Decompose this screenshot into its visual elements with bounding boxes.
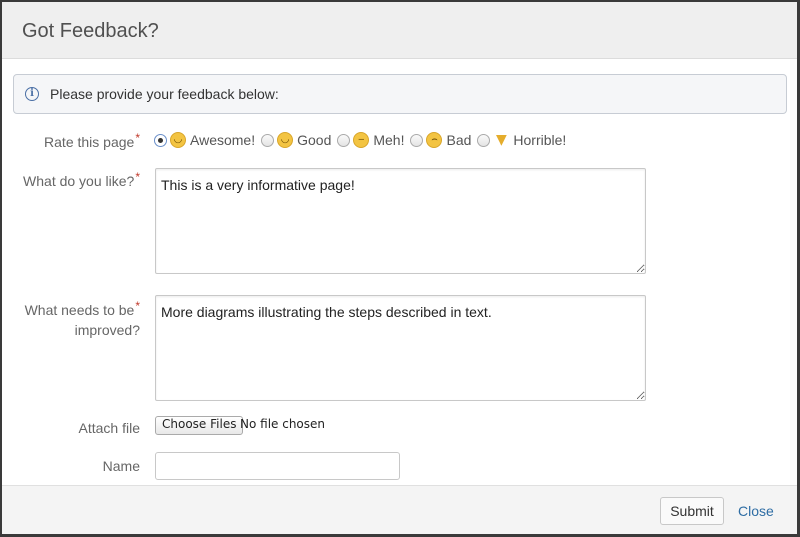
rating-option-label: Horrible! [513, 132, 567, 148]
rating-group: ◡ Awesome! ◡ Good ‒ Meh! ⌢ Bad ▼ Horribl… [154, 132, 572, 148]
likes-textarea[interactable]: This is a very informative page! [155, 168, 646, 274]
attach-label: Attach file [78, 420, 140, 436]
feedback-dialog: Got Feedback? i Please provide your feed… [2, 2, 797, 534]
dialog-footer: Submit Close [2, 485, 797, 534]
rating-option-label: Meh! [373, 132, 405, 148]
likes-label-text: What do you like? [23, 173, 135, 189]
smirk-face-icon: ‒ [353, 132, 370, 148]
improve-textarea[interactable]: More diagrams illustrating the steps des… [155, 295, 646, 401]
frowning-face-icon: ⌢ [426, 132, 443, 148]
grinning-face-icon: ◡ [170, 132, 186, 148]
file-status: No file chosen [240, 417, 326, 431]
rating-option-label: Bad [446, 132, 472, 148]
info-text: Please provide your feedback below: [50, 86, 279, 102]
rating-radio-meh[interactable] [337, 133, 351, 147]
improve-label-line2: improved? [74, 322, 140, 338]
rating-option-label: Good [297, 132, 332, 148]
submit-button[interactable]: Submit [660, 497, 724, 525]
rating-option-label: Awesome! [190, 132, 256, 148]
info-message: i Please provide your feedback below: [13, 74, 787, 114]
dialog-header: Got Feedback? [2, 2, 797, 59]
smiling-face-icon: ◡ [277, 132, 294, 148]
rating-label: Rate this page* [44, 131, 140, 152]
required-marker: * [135, 170, 140, 184]
choose-files-button[interactable]: Choose Files [155, 416, 244, 435]
close-link[interactable]: Close [738, 503, 774, 519]
likes-label: What do you like?* [23, 170, 140, 191]
required-marker: * [135, 299, 140, 313]
name-label: Name [102, 458, 140, 474]
improve-label-line1: What needs to be [24, 302, 135, 318]
thumbs-down-icon: ▼ [496, 132, 507, 148]
rating-radio-horrible[interactable] [477, 133, 491, 147]
rating-radio-bad[interactable] [410, 133, 424, 147]
rating-radio-good[interactable] [261, 133, 275, 147]
dialog-title: Got Feedback? [22, 20, 159, 42]
name-input[interactable] [155, 452, 400, 480]
info-icon: i [25, 87, 39, 101]
improve-label: What needs to be* improved? [24, 299, 140, 340]
rating-radio-awesome[interactable] [154, 133, 167, 147]
rating-label-text: Rate this page [44, 134, 135, 150]
required-marker: * [135, 131, 140, 145]
